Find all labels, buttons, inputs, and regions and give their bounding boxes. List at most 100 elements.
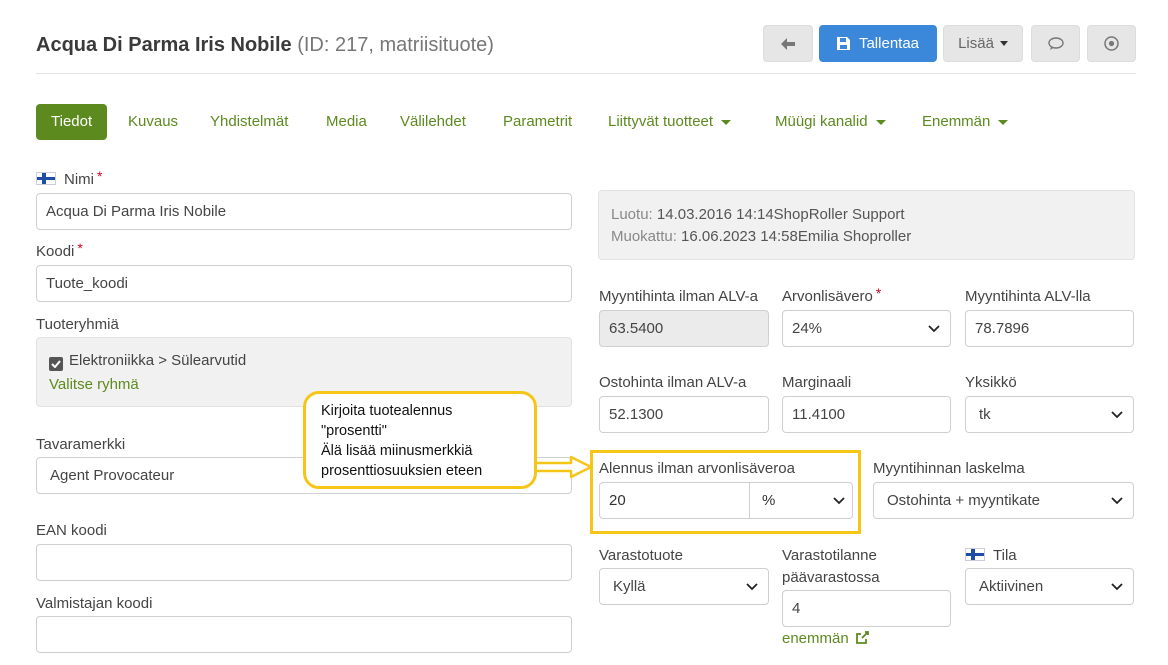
unit-label: Yksikkö — [965, 374, 1017, 391]
tab-tiedot[interactable]: Tiedot — [36, 104, 108, 140]
manufacturer-code-label: Valmistajan koodi — [36, 595, 153, 612]
tab-myygi-label: Müügi kanalid — [775, 113, 868, 130]
stock-status-input[interactable]: 4 — [782, 590, 951, 627]
margin-input[interactable]: 11.4100 — [782, 396, 951, 433]
group-item-label: Elektroniikka > Sülearvutid — [69, 352, 247, 369]
callout-line-2: "prosentti" — [321, 423, 387, 439]
created-label: Luotu: — [611, 206, 653, 223]
tab-liittyvat-tuotteet[interactable]: Liittyvät tuotteet — [608, 104, 732, 140]
name-label-row: Nimi * — [36, 168, 103, 188]
price-incl-label: Myyntihinta ALV-lla — [965, 288, 1091, 305]
price-calc-value: Ostohinta + myyntikate — [887, 492, 1040, 509]
callout-line-3: Älä lisää miinusmerkkiä — [321, 443, 473, 459]
page-title: Acqua Di Parma Iris Nobile (ID: 217, mat… — [36, 34, 494, 57]
comment-button[interactable] — [1031, 25, 1080, 62]
status-label-row: Tila — [965, 547, 1017, 564]
group-checkbox[interactable] — [49, 357, 63, 371]
chevron-down-icon — [833, 497, 845, 505]
discount-unit-value: % — [762, 492, 776, 509]
required-marker: * — [97, 168, 103, 184]
status-label: Tila — [993, 547, 1017, 564]
chevron-down-icon — [928, 324, 940, 332]
code-input[interactable]: Tuote_koodi — [36, 265, 572, 302]
discount-label: Alennus ilman arvonlisäveroa — [599, 460, 795, 477]
external-link-icon — [855, 631, 869, 644]
play-circle-icon — [1104, 36, 1119, 51]
modified-label: Muokattu: — [611, 228, 677, 245]
arrow-left-icon — [781, 37, 795, 50]
price-calc-select[interactable]: Ostohinta + myyntikate — [873, 482, 1134, 519]
code-label-row: Koodi * — [36, 240, 83, 260]
created-value: 14.03.2016 14:14ShopRoller Support — [656, 206, 905, 223]
discount-input[interactable]: 20 — [600, 483, 750, 518]
more-link-label: enemmän — [782, 630, 849, 647]
checkmark-icon — [51, 360, 61, 368]
finland-flag-icon — [965, 548, 985, 561]
brand-value: Agent Provocateur — [50, 467, 175, 484]
status-value: Aktiivinen — [979, 578, 1044, 595]
tab-kuvaus[interactable]: Kuvaus — [128, 104, 178, 140]
required-marker: * — [875, 285, 882, 301]
save-button[interactable]: Tallentaa — [819, 25, 937, 62]
required-marker: * — [77, 240, 83, 256]
tab-liittyvat-label: Liittyvät tuotteet — [608, 113, 714, 130]
product-title: Acqua Di Parma Iris Nobile — [36, 34, 292, 56]
chevron-down-icon — [1111, 582, 1123, 590]
callout-line-1: Kirjoita tuotealennus — [321, 403, 453, 419]
save-label: Tallentaa — [858, 35, 920, 52]
code-label: Koodi — [36, 243, 75, 260]
name-input[interactable]: Acqua Di Parma Iris Nobile — [36, 193, 572, 230]
floppy-disk-icon — [836, 37, 850, 50]
finland-flag-icon — [36, 172, 56, 185]
vat-value: 24% — [792, 320, 823, 337]
discount-input-group: 20 % — [599, 482, 853, 519]
stock-product-label: Varastotuote — [599, 547, 683, 564]
manufacturer-code-input[interactable] — [36, 616, 572, 653]
tab-yhdistelmat[interactable]: Yhdistelmät — [210, 104, 288, 140]
audit-info-box: Luotu: 14.03.2016 14:14ShopRoller Suppor… — [598, 190, 1135, 260]
header-divider — [36, 73, 1136, 74]
price-excl-label: Myyntihinta ilman ALV-a — [599, 288, 758, 305]
stock-product-value: Kyllä — [613, 578, 646, 595]
groups-label: Tuoteryhmiä — [36, 316, 119, 333]
stock-status-label-1: Varastotilanne — [782, 547, 877, 564]
comment-icon — [1047, 37, 1064, 50]
stock-status-label-2: päävarastossa — [782, 569, 880, 586]
price-excl-input: 63.5400 — [599, 310, 769, 347]
vat-select[interactable]: 24% — [782, 310, 951, 347]
price-calc-label: Myyntihinnan laskelma — [873, 460, 1025, 477]
tab-media[interactable]: Media — [326, 104, 367, 140]
created-line: Luotu: 14.03.2016 14:14ShopRoller Suppor… — [611, 206, 905, 223]
caret-down-icon — [875, 119, 886, 125]
callout-arrow-icon — [531, 455, 593, 479]
tab-valilehdet[interactable]: Välilehdet — [400, 104, 466, 140]
tab-parametrit[interactable]: Parametrit — [503, 104, 572, 140]
discount-unit-select[interactable]: % — [750, 483, 852, 518]
caret-down-icon — [721, 119, 732, 125]
back-button[interactable] — [763, 25, 813, 62]
modified-value: 16.06.2023 14:58Emilia Shoproller — [681, 228, 912, 245]
more-label: Lisää — [958, 35, 994, 52]
ean-label: EAN koodi — [36, 522, 107, 539]
chevron-down-icon — [746, 582, 758, 590]
tab-myygi-kanalid[interactable]: Müügi kanalid — [775, 104, 886, 140]
price-incl-input[interactable]: 78.7896 — [965, 310, 1134, 347]
status-select[interactable]: Aktiivinen — [965, 568, 1134, 605]
vat-label: Arvonlisävero — [782, 288, 873, 305]
stock-product-select[interactable]: Kyllä — [599, 568, 769, 605]
name-label: Nimi — [64, 171, 94, 188]
preview-button[interactable] — [1087, 25, 1136, 62]
tab-enemman[interactable]: Enemmän — [922, 104, 1009, 140]
unit-select[interactable]: tk — [965, 396, 1134, 433]
choose-group-link[interactable]: Valitse ryhmä — [49, 376, 139, 393]
more-link[interactable]: enemmän — [782, 630, 869, 647]
unit-value: tk — [979, 406, 991, 423]
purchase-input[interactable]: 52.1300 — [599, 396, 769, 433]
callout-line-4: prosenttiosuuksien eteen — [321, 463, 483, 479]
modified-line: Muokattu: 16.06.2023 14:58Emilia Shoprol… — [611, 228, 911, 245]
more-dropdown-button[interactable]: Lisää — [943, 25, 1023, 62]
caret-down-icon — [999, 41, 1008, 46]
ean-input[interactable] — [36, 544, 572, 581]
brand-label: Tavaramerkki — [36, 436, 126, 453]
product-id-subtitle: (ID: 217, matriisituote) — [297, 34, 494, 56]
